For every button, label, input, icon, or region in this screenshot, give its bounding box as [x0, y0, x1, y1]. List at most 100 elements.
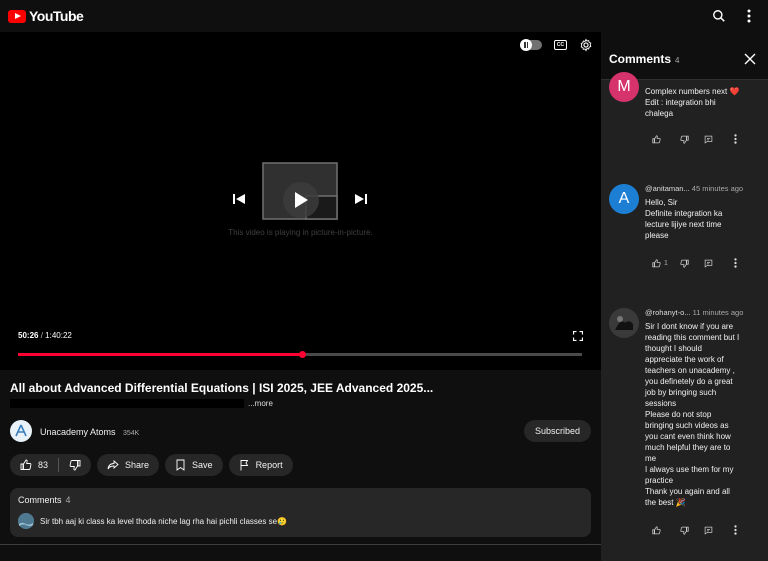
- comment-body: @rohanyt-o... 11 minutes ago Sir I dont k…: [645, 308, 760, 508]
- youtube-logo[interactable]: YouTube: [8, 8, 84, 24]
- play-button[interactable]: [283, 182, 319, 218]
- channel-logo-icon: [15, 424, 27, 437]
- avatar-image-icon: [18, 513, 34, 529]
- thumbs-up-icon: [652, 134, 661, 144]
- thumbs-down-icon: [680, 526, 689, 535]
- comment-text-line: lecture lijiye next time: [645, 220, 722, 229]
- pip-message: This video is playing in picture-in-pict…: [228, 228, 373, 237]
- time-display: 50:26 / 1:40:22: [18, 331, 72, 340]
- video-title: All about Advanced Differential Equation…: [10, 381, 434, 395]
- panel-comment-count: 4: [675, 56, 680, 65]
- comment-body: @anitaman... 45 minutes ago Hello, Sir Def…: [645, 184, 760, 241]
- comment-more-button[interactable]: [734, 524, 744, 536]
- comment-author[interactable]: @anitaman...: [645, 184, 690, 193]
- panel-title-text: Comments: [609, 52, 672, 66]
- comment-more-button[interactable]: [734, 133, 744, 145]
- comments-preview-card[interactable]: Comments 4 Sir tbh aaj ki class ka level …: [10, 488, 591, 537]
- autoplay-toggle[interactable]: [520, 39, 542, 51]
- description-snippet[interactable]: [10, 399, 244, 408]
- thumbs-up-icon: [652, 525, 661, 535]
- subscribed-button[interactable]: Subscribed: [524, 420, 591, 442]
- comment-text-line: me: [645, 454, 657, 463]
- more-vertical-icon: [747, 9, 751, 23]
- comments-card-title: Comments: [18, 495, 62, 505]
- save-button[interactable]: Save: [165, 454, 223, 476]
- comment-reply-button[interactable]: [704, 524, 734, 536]
- comment-actions: [652, 524, 744, 536]
- progress-bar[interactable]: [18, 351, 582, 358]
- channel-name-group: Unacademy Atoms 354K: [40, 422, 139, 440]
- comment-avatar[interactable]: [609, 308, 639, 338]
- report-button[interactable]: Report: [228, 454, 293, 476]
- comment-like-button[interactable]: 1: [652, 257, 680, 269]
- next-button[interactable]: [354, 192, 368, 210]
- comment-preview-text: Sir tbh aaj ki class ka level thoda nich…: [40, 516, 287, 526]
- more-vertical-icon: [734, 258, 737, 268]
- reply-icon: [704, 135, 713, 144]
- channel-name[interactable]: Unacademy Atoms: [40, 427, 116, 437]
- comment-reply-button[interactable]: [704, 133, 734, 145]
- channel-info[interactable]: Unacademy Atoms 354K: [10, 420, 139, 442]
- search-button[interactable]: [704, 1, 734, 31]
- previous-button[interactable]: [232, 192, 246, 210]
- comment-text-line: bringing such videos as: [645, 421, 729, 430]
- bookmark-icon: [176, 459, 185, 471]
- comment-more-button[interactable]: [734, 257, 744, 269]
- progress-scrubber[interactable]: [298, 351, 306, 358]
- comment-text-line: much helpful they are to: [645, 443, 731, 452]
- comments-panel: Comments 4 M Complex numbers next ❤️ Edit :…: [601, 0, 768, 561]
- channel-avatar[interactable]: [10, 420, 32, 442]
- time-separator: /: [40, 331, 43, 340]
- logo-text: YouTube: [29, 8, 84, 24]
- comment-like-button[interactable]: [652, 133, 680, 145]
- comment-text-line: Definite integration ka: [645, 209, 723, 218]
- comment-avatar[interactable]: M: [609, 72, 639, 102]
- captions-button[interactable]: CC: [554, 40, 567, 50]
- comment-text-line: appreciate the work of: [645, 355, 724, 364]
- skip-next-icon: [355, 194, 367, 204]
- settings-button[interactable]: [579, 38, 593, 52]
- comment-text-line: you definetely do a great: [645, 377, 733, 386]
- skip-previous-icon: [233, 194, 245, 204]
- reply-icon: [704, 259, 713, 268]
- comment-avatar[interactable]: A: [609, 184, 639, 214]
- like-button[interactable]: 83: [10, 454, 58, 476]
- content-divider: [0, 544, 601, 545]
- comment-text-line: you cant even think how: [645, 432, 731, 441]
- more-options-button[interactable]: [734, 1, 764, 31]
- video-player[interactable]: CC This video is playing in picture-in-p…: [0, 32, 601, 370]
- comment-text-line: teachers on unacademy ,: [645, 366, 735, 375]
- close-comments-button[interactable]: [744, 52, 756, 70]
- comment-reply-button[interactable]: [704, 257, 734, 269]
- avatar-image-icon: [609, 308, 639, 338]
- comment-text-line: thought I should: [645, 344, 702, 353]
- comment-text-line: Hello, Sir: [645, 198, 678, 207]
- reply-icon: [704, 526, 713, 535]
- comment-text-line: please: [645, 231, 669, 240]
- more-link[interactable]: ...more: [248, 399, 273, 408]
- comment-like-button[interactable]: [652, 524, 680, 536]
- fullscreen-button[interactable]: [572, 328, 584, 346]
- share-button[interactable]: Share: [97, 454, 160, 476]
- comment-author[interactable]: @rohanyt-o...: [645, 308, 691, 317]
- close-icon: [744, 53, 756, 65]
- comment-text-line: Thank you again and all: [645, 487, 730, 496]
- comment-text-line: the best 🎉: [645, 498, 686, 507]
- dislike-button[interactable]: [59, 454, 91, 476]
- comment-dislike-button[interactable]: [680, 133, 704, 145]
- top-right-icons: [704, 0, 768, 32]
- comment-dislike-button[interactable]: [680, 257, 704, 269]
- search-icon: [713, 10, 725, 22]
- comment-meta: @rohanyt-o... 11 minutes ago: [645, 308, 760, 317]
- comment-text: Sir I dont know if you are reading this c…: [645, 321, 760, 508]
- comment-dislike-button[interactable]: [680, 524, 704, 536]
- comment-text-line: job by bringing such: [645, 388, 717, 397]
- comment-meta: @anitaman... 45 minutes ago: [645, 184, 760, 193]
- thumbs-down-icon: [69, 460, 81, 471]
- comments-panel-title: Comments 4: [609, 52, 679, 66]
- like-count: 83: [38, 460, 49, 470]
- more-vertical-icon: [734, 525, 737, 535]
- comment-text-line: reading this comment but I: [645, 333, 740, 342]
- comment-time: 11 minutes ago: [690, 308, 744, 317]
- comment-actions: 1: [652, 257, 744, 269]
